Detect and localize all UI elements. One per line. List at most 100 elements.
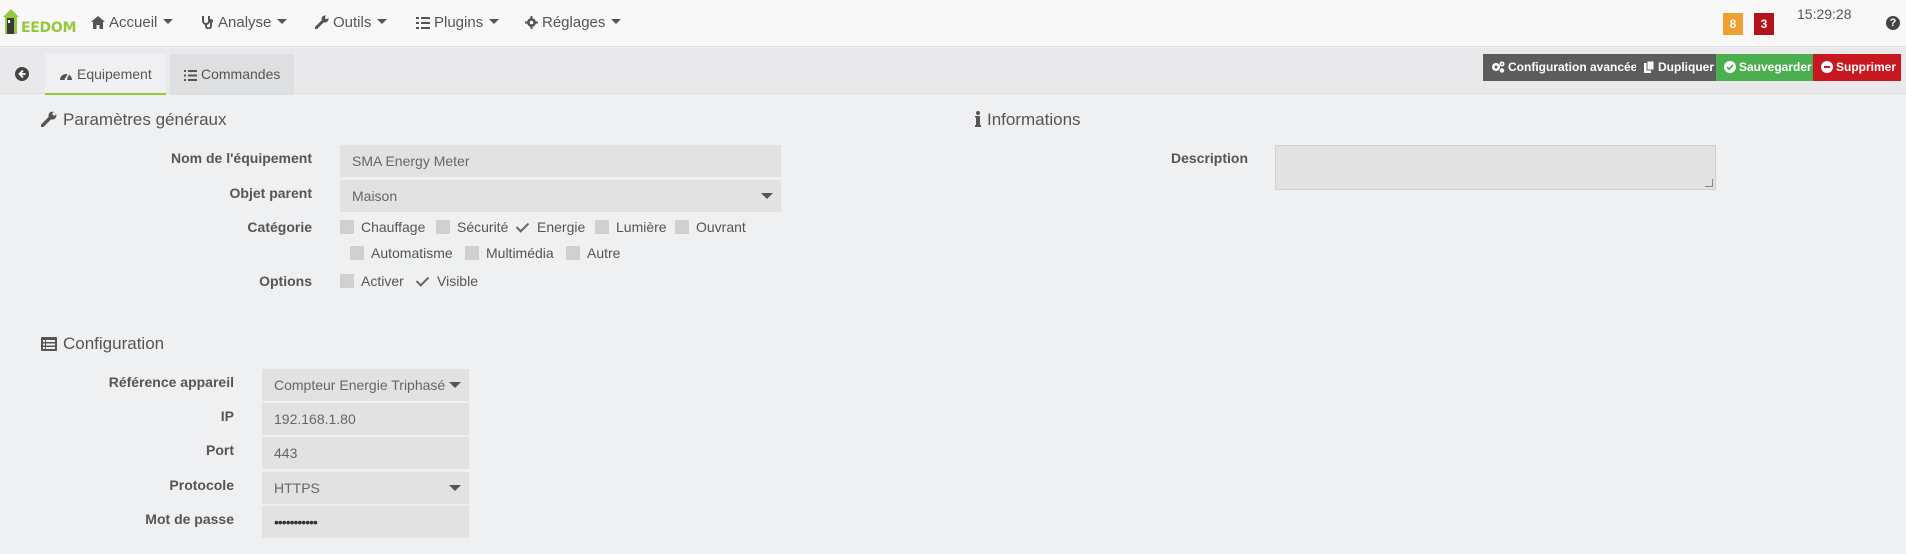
category-securite-label: Sécurité xyxy=(457,219,509,235)
resize-handle-icon[interactable] xyxy=(1705,179,1713,187)
nav-outils-label: Outils xyxy=(333,14,372,31)
category-energie-checkbox[interactable]: Energie xyxy=(516,218,585,236)
option-activer-checkbox[interactable]: Activer xyxy=(340,272,404,290)
category-multimedia-checkbox[interactable]: Multimédia xyxy=(465,244,554,262)
delete-label: Supprimer xyxy=(1836,60,1897,74)
ip-label: IP xyxy=(220,408,234,424)
stethoscope-icon xyxy=(202,16,213,30)
arrow-left-icon xyxy=(15,67,29,81)
dashboard-icon xyxy=(60,72,72,81)
info-icon xyxy=(975,111,981,127)
category-ouvrant-checkbox[interactable]: Ouvrant xyxy=(675,218,746,236)
chevron-down-icon xyxy=(489,19,500,24)
category-chauffage-checkbox[interactable]: Chauffage xyxy=(340,218,425,236)
checkbox-box xyxy=(595,220,609,234)
informations-title-text: Informations xyxy=(987,110,1081,129)
password-input[interactable]: ••••••••••• xyxy=(262,506,469,538)
top-navbar: EEDOM Accueil Analyse Outils Plugins Rég… xyxy=(0,0,1906,47)
reference-label: Référence appareil xyxy=(108,374,234,390)
protocol-label: Protocole xyxy=(169,477,234,493)
duplicate-button[interactable]: Dupliquer xyxy=(1636,54,1716,81)
tab-equipement-label: Equipement xyxy=(77,66,152,82)
category-autre-label: Autre xyxy=(587,245,621,261)
port-label: Port xyxy=(206,442,234,458)
checkbox-box xyxy=(340,274,354,288)
clock: 15:29:28 xyxy=(1797,6,1852,22)
nav-analyse-label: Analyse xyxy=(218,14,272,31)
home-icon xyxy=(91,16,105,29)
nav-accueil[interactable]: Accueil xyxy=(91,0,174,46)
chevron-down-icon xyxy=(377,19,388,24)
logo-text: EEDOM xyxy=(21,20,77,36)
minus-circle-icon xyxy=(1821,61,1833,73)
port-input[interactable]: 443 xyxy=(262,437,469,469)
nav-reglages-label: Réglages xyxy=(542,14,606,31)
nav-reglages[interactable]: Réglages xyxy=(525,0,622,46)
gear-icon xyxy=(525,16,538,29)
copy-icon xyxy=(1644,60,1655,73)
save-button[interactable]: Sauvegarder xyxy=(1716,54,1813,81)
ip-input[interactable]: 192.168.1.80 xyxy=(262,403,469,435)
checkbox-box xyxy=(436,220,450,234)
option-activer-label: Activer xyxy=(361,273,404,289)
description-label: Description xyxy=(1170,150,1248,166)
checkbox-box xyxy=(566,246,580,260)
wrench-icon xyxy=(40,111,57,128)
wrench-icon xyxy=(314,15,329,30)
list-alt-icon xyxy=(41,337,57,351)
reference-select[interactable]: Compteur Energie Triphasé xyxy=(262,369,469,401)
alert-badge[interactable]: 3 xyxy=(1754,13,1774,35)
nav-plugins[interactable]: Plugins xyxy=(416,0,500,46)
configuration-section-title: Configuration xyxy=(41,334,164,354)
nav-accueil-label: Accueil xyxy=(109,14,158,31)
options-label: Options xyxy=(259,273,312,289)
category-securite-checkbox[interactable]: Sécurité xyxy=(436,218,508,236)
protocol-value: HTTPS xyxy=(274,480,320,496)
general-title-text: Paramètres généraux xyxy=(63,110,227,129)
protocol-select[interactable]: HTTPS xyxy=(262,472,469,504)
nav-analyse[interactable]: Analyse xyxy=(201,0,288,46)
category-automatisme-label: Automatisme xyxy=(371,245,453,261)
category-ouvrant-label: Ouvrant xyxy=(696,219,746,235)
list-icon xyxy=(184,70,197,81)
chevron-down-icon xyxy=(449,382,461,388)
chevron-down-icon xyxy=(449,485,461,491)
question-icon[interactable]: ? xyxy=(1886,16,1900,30)
chevron-down-icon xyxy=(761,193,773,199)
option-visible-checkbox[interactable]: Visible xyxy=(416,272,478,290)
category-label: Catégorie xyxy=(247,219,312,235)
general-section-title: Paramètres généraux xyxy=(40,110,227,130)
option-visible-label: Visible xyxy=(437,273,478,289)
advanced-config-label: Configuration avancée xyxy=(1508,60,1638,74)
save-label: Sauvegarder xyxy=(1739,60,1812,74)
warning-badge[interactable]: 8 xyxy=(1723,13,1743,35)
informations-section-title: Informations xyxy=(975,110,1081,130)
checkbox-box xyxy=(340,220,354,234)
category-autre-checkbox[interactable]: Autre xyxy=(566,244,620,262)
tab-commandes[interactable]: Commandes xyxy=(170,54,295,95)
check-circle-icon xyxy=(1724,61,1736,73)
checkmark-icon xyxy=(416,274,430,288)
parent-label: Objet parent xyxy=(229,185,312,201)
configuration-title-text: Configuration xyxy=(63,334,165,353)
nav-plugins-label: Plugins xyxy=(434,14,484,31)
category-lumiere-label: Lumière xyxy=(616,219,667,235)
chevron-down-icon xyxy=(163,19,174,24)
nav-outils[interactable]: Outils xyxy=(314,0,388,46)
category-automatisme-checkbox[interactable]: Automatisme xyxy=(350,244,453,262)
category-lumiere-checkbox[interactable]: Lumière xyxy=(595,218,667,236)
jeedom-logo[interactable]: EEDOM xyxy=(2,6,76,40)
parent-object-select[interactable]: Maison xyxy=(340,180,781,212)
checkbox-box xyxy=(350,246,364,260)
tab-equipement[interactable]: Equipement xyxy=(45,54,166,95)
delete-button[interactable]: Supprimer xyxy=(1813,54,1901,81)
category-chauffage-label: Chauffage xyxy=(361,219,426,235)
back-button[interactable] xyxy=(0,54,44,94)
description-textarea[interactable] xyxy=(1275,145,1716,190)
checkbox-box xyxy=(465,246,479,260)
chevron-down-icon xyxy=(611,19,622,24)
parent-object-value: Maison xyxy=(352,188,398,204)
cogs-icon xyxy=(1492,61,1505,73)
name-label: Nom de l'équipement xyxy=(170,150,312,166)
equipment-name-input[interactable]: SMA Energy Meter xyxy=(340,145,781,177)
